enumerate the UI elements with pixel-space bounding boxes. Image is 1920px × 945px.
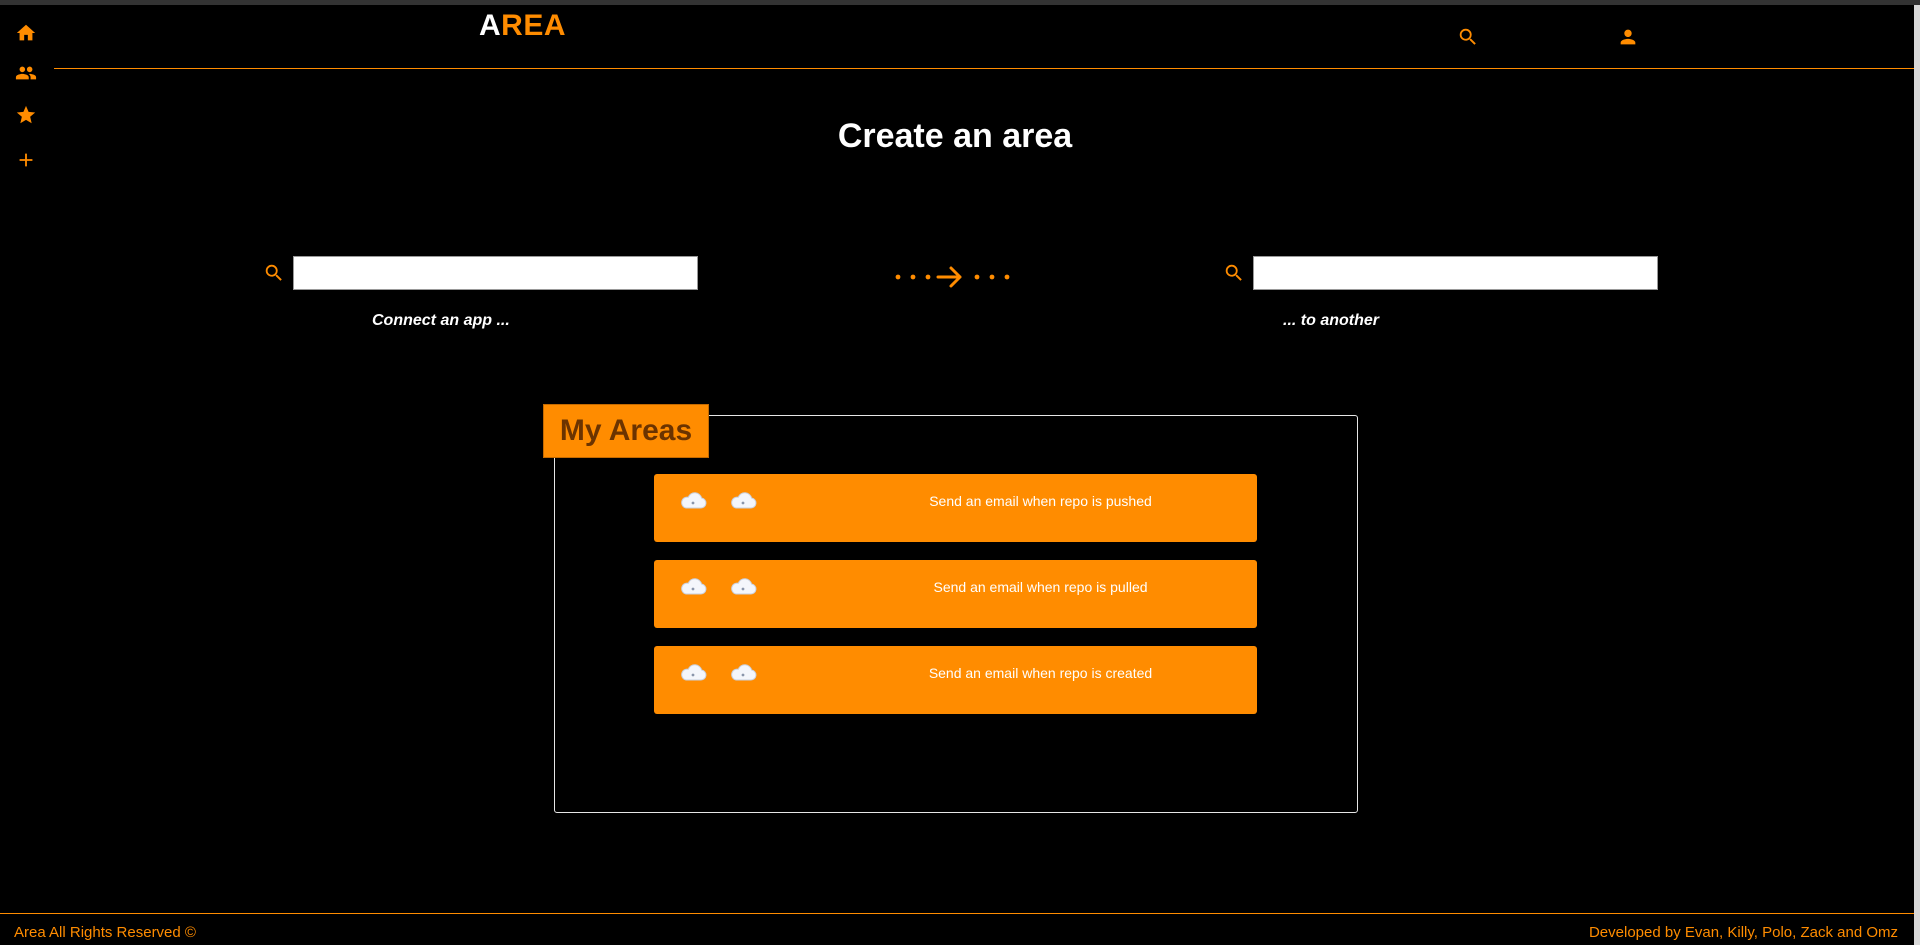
cloud-icon: [728, 663, 758, 683]
user-icon: [1620, 29, 1636, 45]
cloud-icon: [728, 491, 758, 511]
my-areas-title: My Areas: [543, 404, 709, 458]
page-title: Create an area: [837, 117, 1073, 155]
cloud-icon: [728, 577, 758, 597]
area-card[interactable]: Send an email when repo is created: [654, 646, 1257, 714]
logo-rest: REA: [501, 9, 567, 42]
source-app-search-input[interactable]: [293, 256, 698, 290]
top-header: AREA: [54, 5, 1914, 69]
target-caption: ... to another: [1283, 312, 1379, 329]
footer: Area All Rights Reserved © Developed by …: [0, 913, 1914, 945]
logo-first-letter: A: [479, 9, 502, 42]
source-caption: Connect an app ...: [372, 312, 510, 329]
page-scrollbar[interactable]: [1914, 5, 1920, 945]
header-profile-button[interactable]: [1615, 24, 1641, 50]
sidebar-item-users[interactable]: [13, 60, 39, 86]
header-search-button[interactable]: [1455, 24, 1481, 50]
cloud-icon: [678, 491, 708, 511]
footer-credits: Developed by Evan, Killy, Polo, Zack and…: [1588, 924, 1898, 941]
footer-copyright: Area All Rights Reserved ©: [14, 924, 196, 941]
users-icon: [15, 66, 37, 80]
connector-arrow-icon: [895, 266, 1010, 288]
area-card-label: Send an email when repo is pushed: [929, 493, 1152, 509]
cloud-icon: [678, 577, 708, 597]
area-card-label: Send an email when repo is created: [928, 665, 1153, 681]
sidebar-item-home[interactable]: [13, 20, 39, 46]
app-logo[interactable]: AREA: [479, 9, 566, 43]
search-icon: [1459, 28, 1476, 45]
target-search: [1223, 256, 1658, 290]
cloud-icon: [678, 663, 708, 683]
area-card[interactable]: Send an email when repo is pushed: [654, 474, 1257, 542]
search-icon: [1223, 262, 1245, 284]
target-app-search-input[interactable]: [1253, 256, 1658, 290]
area-card-label: Send an email when repo is pulled: [933, 579, 1148, 595]
home-icon: [16, 24, 36, 41]
search-icon: [263, 262, 285, 284]
area-card[interactable]: Send an email when repo is pulled: [654, 560, 1257, 628]
source-search: [263, 256, 698, 290]
